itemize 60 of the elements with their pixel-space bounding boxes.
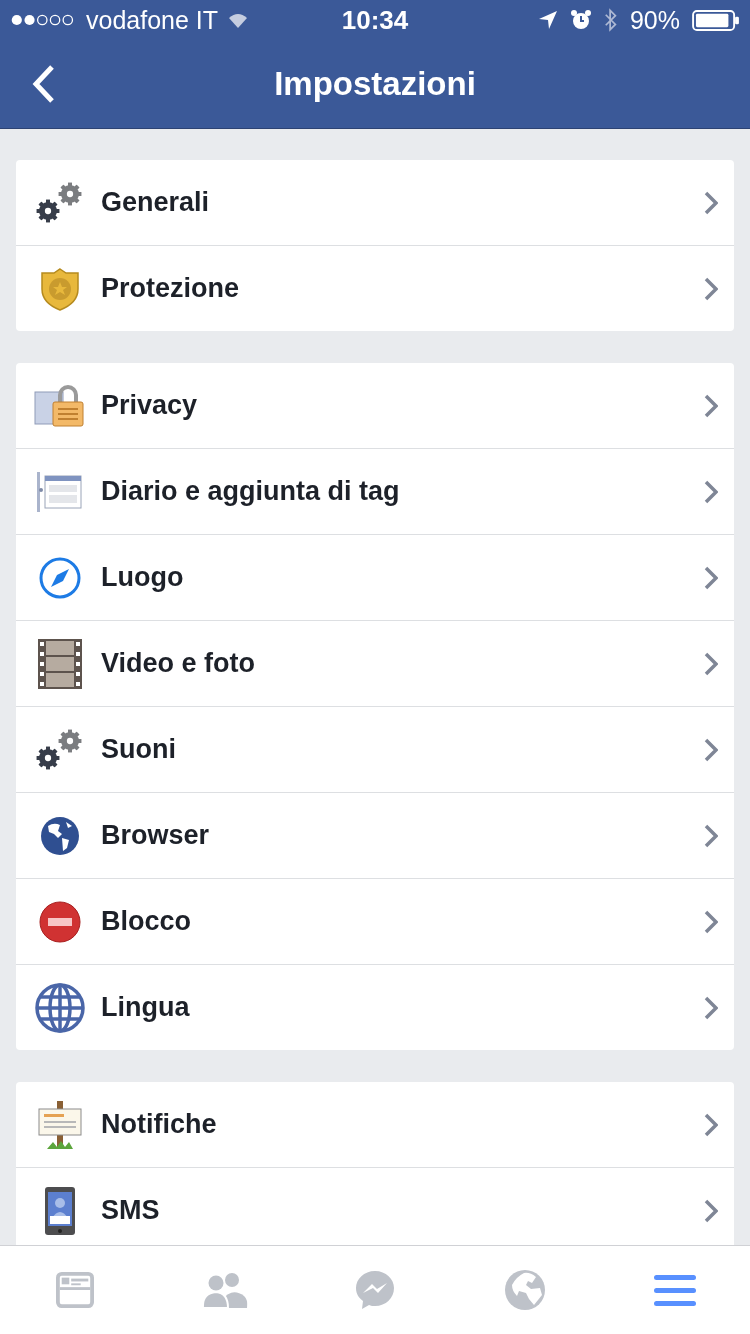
- chevron-right-icon: [704, 1112, 718, 1137]
- compass-icon: [38, 555, 82, 600]
- row-label: Browser: [101, 820, 211, 851]
- row-label: Notifiche: [101, 1109, 218, 1140]
- menu-icon[interactable]: [654, 1273, 696, 1307]
- back-chevron-icon: [32, 64, 56, 104]
- battery-icon: [692, 9, 740, 31]
- settings-row[interactable]: Blocco: [16, 879, 734, 965]
- row-label: Generali: [101, 187, 211, 218]
- row-label: Privacy: [101, 390, 199, 421]
- chevron-right-icon: [704, 651, 718, 676]
- phone-icon: [44, 1185, 76, 1236]
- alarm-icon: [569, 9, 592, 31]
- messenger-icon[interactable]: [354, 1269, 396, 1311]
- globe-icon: [34, 981, 86, 1034]
- settings-row[interactable]: Protezione: [16, 246, 734, 331]
- row-label: Blocco: [101, 906, 193, 937]
- timeline-icon: [35, 469, 85, 514]
- settings-row[interactable]: Suoni: [16, 707, 734, 793]
- row-label: SMS: [101, 1195, 161, 1226]
- lock-icon: [34, 383, 86, 428]
- back-button[interactable]: [32, 64, 56, 104]
- chevron-right-icon: [704, 393, 718, 418]
- location-arrow-icon: [537, 10, 558, 30]
- news-feed-icon[interactable]: [56, 1271, 94, 1309]
- row-label: Luogo: [101, 562, 185, 593]
- no-entry-icon: [38, 899, 82, 944]
- screen-title: Impostazioni: [274, 65, 476, 103]
- badge-icon: [38, 266, 82, 311]
- chevron-right-icon: [704, 479, 718, 504]
- settings-row[interactable]: SMS: [16, 1168, 734, 1245]
- film-strip-icon: [38, 638, 82, 689]
- chevron-right-icon: [704, 909, 718, 934]
- chevron-right-icon: [704, 995, 718, 1020]
- row-label: Lingua: [101, 992, 191, 1023]
- settings-row[interactable]: Luogo: [16, 535, 734, 621]
- row-label: Video e foto: [101, 648, 256, 679]
- settings-row[interactable]: Diario e aggiunta di tag: [16, 449, 734, 535]
- battery-percent: 90%: [629, 5, 680, 35]
- carrier-name: vodafone IT: [86, 5, 219, 35]
- row-label: Diario e aggiunta di tag: [101, 476, 401, 507]
- chevron-right-icon: [704, 565, 718, 590]
- chevron-right-icon: [704, 276, 718, 301]
- settings-row[interactable]: Video e foto: [16, 621, 734, 707]
- row-label: Protezione: [101, 273, 241, 304]
- chevron-right-icon: [704, 190, 718, 215]
- signpost-icon: [37, 1098, 83, 1151]
- chevron-right-icon: [704, 737, 718, 762]
- settings-row[interactable]: Lingua: [16, 965, 734, 1050]
- settings-row[interactable]: Browser: [16, 793, 734, 879]
- bluetooth-icon: [603, 8, 618, 32]
- row-label: Suoni: [101, 734, 177, 765]
- settings-row[interactable]: Notifiche: [16, 1082, 734, 1168]
- chevron-right-icon: [704, 823, 718, 848]
- people-icon[interactable]: [202, 1271, 248, 1309]
- chevron-right-icon: [704, 1198, 718, 1223]
- clock-time: 10:34: [341, 4, 409, 36]
- settings-row[interactable]: Generali: [16, 160, 734, 246]
- settings-row[interactable]: Privacy: [16, 363, 734, 449]
- globe-icon[interactable]: [504, 1269, 546, 1311]
